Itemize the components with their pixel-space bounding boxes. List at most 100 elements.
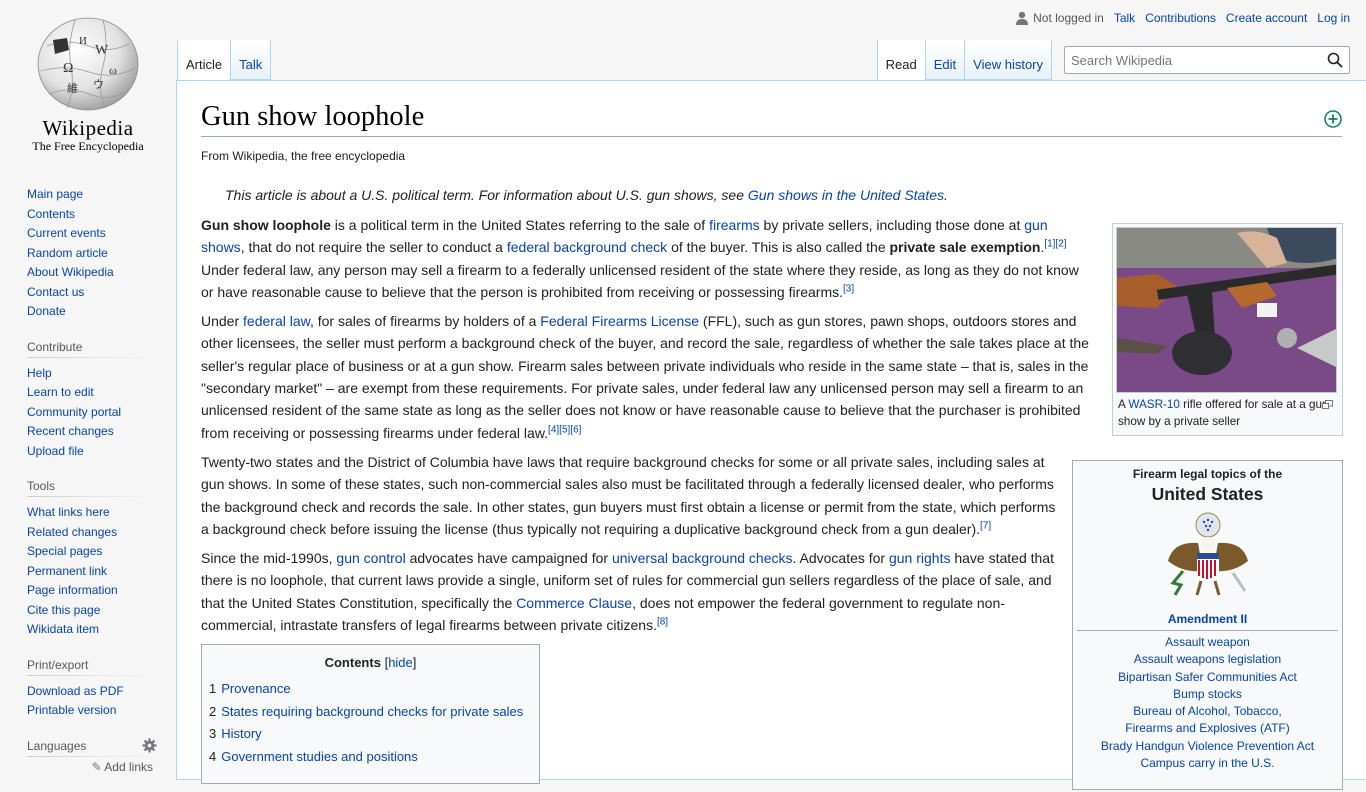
site-subtitle: From Wikipedia, the free encyclopedia (201, 149, 406, 163)
svg-text:ウ: ウ (93, 78, 104, 91)
sidebar-item-printable-version[interactable]: Printable version (27, 703, 116, 717)
contributions-link[interactable]: Contributions (1145, 11, 1216, 25)
gear-icon[interactable] (142, 737, 157, 753)
search-input[interactable] (1071, 52, 1327, 68)
search-box (1064, 46, 1350, 74)
sidebar-item-upload-file[interactable]: Upload file (27, 444, 84, 458)
link-commerce-clause[interactable]: Commerce Clause (516, 595, 632, 611)
sidebar-item-download-pdf[interactable]: Download as PDF (27, 684, 124, 698)
sidebar-item-community-portal[interactable]: Community portal (27, 405, 121, 419)
toc-item-label[interactable]: Government studies and positions (221, 749, 418, 764)
navbox-item[interactable]: Bump stocks (1173, 687, 1242, 701)
sidebar-item-cite-this-page[interactable]: Cite this page (27, 603, 100, 617)
toc-hide-link[interactable]: hide (388, 655, 413, 670)
sidebar-item-help[interactable]: Help (27, 366, 52, 380)
toc-item-label[interactable]: History (221, 726, 261, 741)
link-federal-law[interactable]: federal law (243, 313, 310, 329)
sidebar-item-wikidata-item[interactable]: Wikidata item (27, 622, 99, 636)
tab-read[interactable]: Read (876, 40, 926, 80)
sidebar-item-current-events[interactable]: Current events (27, 226, 106, 240)
toc-title-label: Contents (324, 655, 381, 670)
citation[interactable]: [6] (570, 424, 581, 435)
toc-item[interactable]: 1 Provenance (209, 678, 532, 701)
navbox-item[interactable]: Bipartisan Safer Communities Act (1118, 670, 1297, 684)
content-area: Gun show loophole From Wikipedia, the fr… (176, 80, 1366, 790)
add-circle-icon[interactable] (1324, 110, 1342, 128)
tab-edit[interactable]: Edit (925, 40, 966, 80)
toc-item[interactable]: 4 Government studies and positions (209, 746, 532, 769)
create-account-link[interactable]: Create account (1226, 11, 1307, 25)
link-firearms[interactable]: firearms (709, 217, 760, 233)
link-gun-control[interactable]: gun control (336, 550, 405, 566)
toc-hide-toggle[interactable]: [hide] (385, 655, 417, 670)
amendment-ii-link[interactable]: Amendment II (1077, 612, 1338, 631)
navbox-item[interactable]: Assault weapons legislation (1134, 652, 1281, 666)
toc-item-number: 3 (209, 726, 217, 742)
tab-article[interactable]: Article (177, 40, 232, 80)
navbox-item[interactable]: Assault weapon (1165, 635, 1250, 649)
add-links-label: Add links (104, 759, 153, 774)
logo-tagline: The Free Encyclopedia (32, 139, 144, 153)
sidebar-item-page-information[interactable]: Page information (27, 583, 118, 597)
link-federal-firearms-license[interactable]: Federal Firearms License (540, 313, 699, 329)
sidebar-item-donate[interactable]: Donate (27, 304, 66, 318)
hatnote-link[interactable]: Gun shows in the United States (748, 187, 944, 203)
navbox-item[interactable]: Firearms and Explosives (ATF) (1125, 721, 1289, 735)
sidebar-item-permanent-link[interactable]: Permanent link (27, 564, 107, 578)
svg-text:ω: ω (109, 63, 117, 77)
svg-text:Ω: Ω (63, 61, 73, 76)
link-federal-background-check[interactable]: federal background check (507, 239, 667, 255)
sidebar-item-learn-to-edit[interactable]: Learn to edit (27, 385, 94, 399)
hatnote: This article is about a U.S. political t… (225, 187, 948, 203)
not-logged-in-label: Not logged in (1033, 11, 1104, 25)
navbox-item[interactable]: Bureau of Alcohol, Tobacco, (1133, 704, 1282, 718)
citation[interactable]: [5] (559, 424, 570, 435)
citation[interactable]: [4] (548, 424, 559, 435)
toc-item-label[interactable]: Provenance (221, 681, 290, 696)
sidebar-navigation: Main page Contents Current events Random… (0, 185, 176, 322)
toc-item-number: 4 (209, 749, 217, 765)
citation[interactable]: [3] (843, 283, 854, 294)
toc-item-number: 2 (209, 703, 217, 719)
sidebar-item-random-article[interactable]: Random article (27, 246, 108, 260)
thumbnail-caption: A WASR-10 rifle offered for sale at a gu… (1116, 393, 1339, 433)
citation[interactable]: [2] (1055, 239, 1066, 250)
caption-link-wasr-10[interactable]: WASR-10 (1128, 398, 1180, 411)
citation[interactable]: [7] (980, 520, 991, 531)
sidebar-item-about-wikipedia[interactable]: About Wikipedia (27, 265, 114, 279)
image-thumbnail: A WASR-10 rifle offered for sale at a gu… (1112, 223, 1343, 436)
sidebar-item-recent-changes[interactable]: Recent changes (27, 424, 114, 438)
not-logged-in-status: Not logged in (1016, 11, 1104, 25)
add-links[interactable]: ✎ Add links (27, 760, 153, 774)
tab-view-history[interactable]: View history (965, 40, 1052, 80)
firearm-topics-sidebar: Firearm legal topics of the United State… (1072, 460, 1343, 790)
citation[interactable]: [1] (1044, 239, 1055, 250)
puzzle-globe-icon: W Ω И ω 維 ウ (37, 17, 139, 111)
toc-item-label[interactable]: States requiring background checks for p… (221, 704, 523, 719)
hatnote-end: . (944, 187, 948, 203)
navbox-item[interactable]: Brady Handgun Violence Prevention Act (1101, 739, 1314, 753)
search-icon[interactable] (1327, 52, 1343, 68)
sidebar-item-related-changes[interactable]: Related changes (27, 525, 117, 539)
wasr-10-rifle-image[interactable] (1116, 227, 1337, 393)
enlarge-icon[interactable] (1322, 400, 1333, 409)
link-gun-rights[interactable]: gun rights (889, 550, 950, 566)
wikipedia-logo[interactable]: W Ω И ω 維 ウ Wikipedia The Free Encyclope… (0, 0, 176, 160)
log-in-link[interactable]: Log in (1317, 11, 1350, 25)
table-of-contents: Contents [hide] 1 Provenance 2 States requ… (201, 644, 540, 784)
article-body: Gun show loophole is a political term in… (201, 214, 1091, 643)
citation[interactable]: [8] (657, 616, 668, 627)
link-universal-background-checks[interactable]: universal background checks (612, 550, 793, 566)
sidebar-item-contact-us[interactable]: Contact us (27, 285, 84, 299)
toc-item[interactable]: 2 States requiring background checks for … (209, 701, 532, 724)
namespace-tabs: Article Talk (177, 40, 272, 80)
tab-talk-label: Talk (239, 57, 263, 72)
sidebar-item-what-links-here[interactable]: What links here (27, 505, 110, 519)
toc-item[interactable]: 3 History (209, 723, 532, 746)
sidebar-item-special-pages[interactable]: Special pages (27, 544, 102, 558)
tab-talk[interactable]: Talk (231, 40, 272, 80)
sidebar-item-main-page[interactable]: Main page (27, 187, 83, 201)
talk-link[interactable]: Talk (1114, 11, 1135, 25)
sidebar-item-contents[interactable]: Contents (27, 207, 75, 221)
paragraph: Twenty-two states and the District of Co… (201, 453, 1056, 537)
